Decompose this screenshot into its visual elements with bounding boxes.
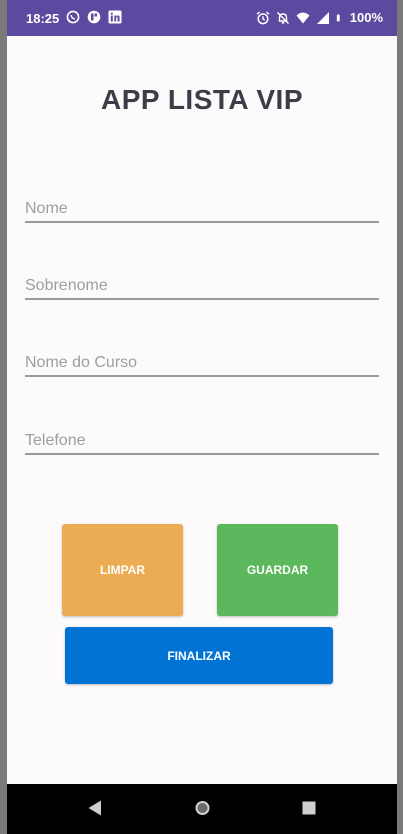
- guardar-button[interactable]: GUARDAR: [217, 524, 338, 616]
- navigation-bar: [7, 784, 397, 834]
- mute-icon: [276, 11, 289, 24]
- telefone-input[interactable]: [25, 432, 379, 450]
- signal-icon: [316, 11, 329, 24]
- limpar-button[interactable]: LIMPAR: [62, 524, 183, 616]
- home-icon[interactable]: [194, 799, 211, 817]
- sobrenome-input[interactable]: [25, 277, 379, 295]
- curso-input[interactable]: [25, 354, 379, 372]
- status-bar: 18:25 100%: [7, 0, 397, 36]
- linkedin-icon: [108, 10, 122, 24]
- wifi-icon: [296, 12, 310, 23]
- page-title: APP LISTA VIP: [100, 84, 304, 115]
- news-icon: [87, 10, 101, 24]
- battery-percent: 100%: [349, 10, 383, 25]
- alarm-icon: [256, 10, 270, 24]
- status-time: 18:25: [26, 11, 60, 26]
- finalizar-button[interactable]: FINALIZAR: [65, 627, 333, 684]
- battery-icon: [336, 13, 340, 21]
- curso-field: [25, 341, 379, 377]
- sobrenome-field: [25, 264, 379, 300]
- nome-input[interactable]: [25, 200, 379, 218]
- back-icon[interactable]: [87, 799, 103, 817]
- notification-icons: [66, 10, 122, 24]
- recents-icon[interactable]: [301, 799, 317, 817]
- system-icons: 100%: [256, 10, 383, 25]
- nome-field: [25, 187, 379, 223]
- app-screen: 18:25 100% APP LISTA VIP Nome Sobrenome …: [7, 0, 397, 834]
- telefone-field: [25, 419, 379, 455]
- whatsapp-icon: [66, 10, 80, 24]
